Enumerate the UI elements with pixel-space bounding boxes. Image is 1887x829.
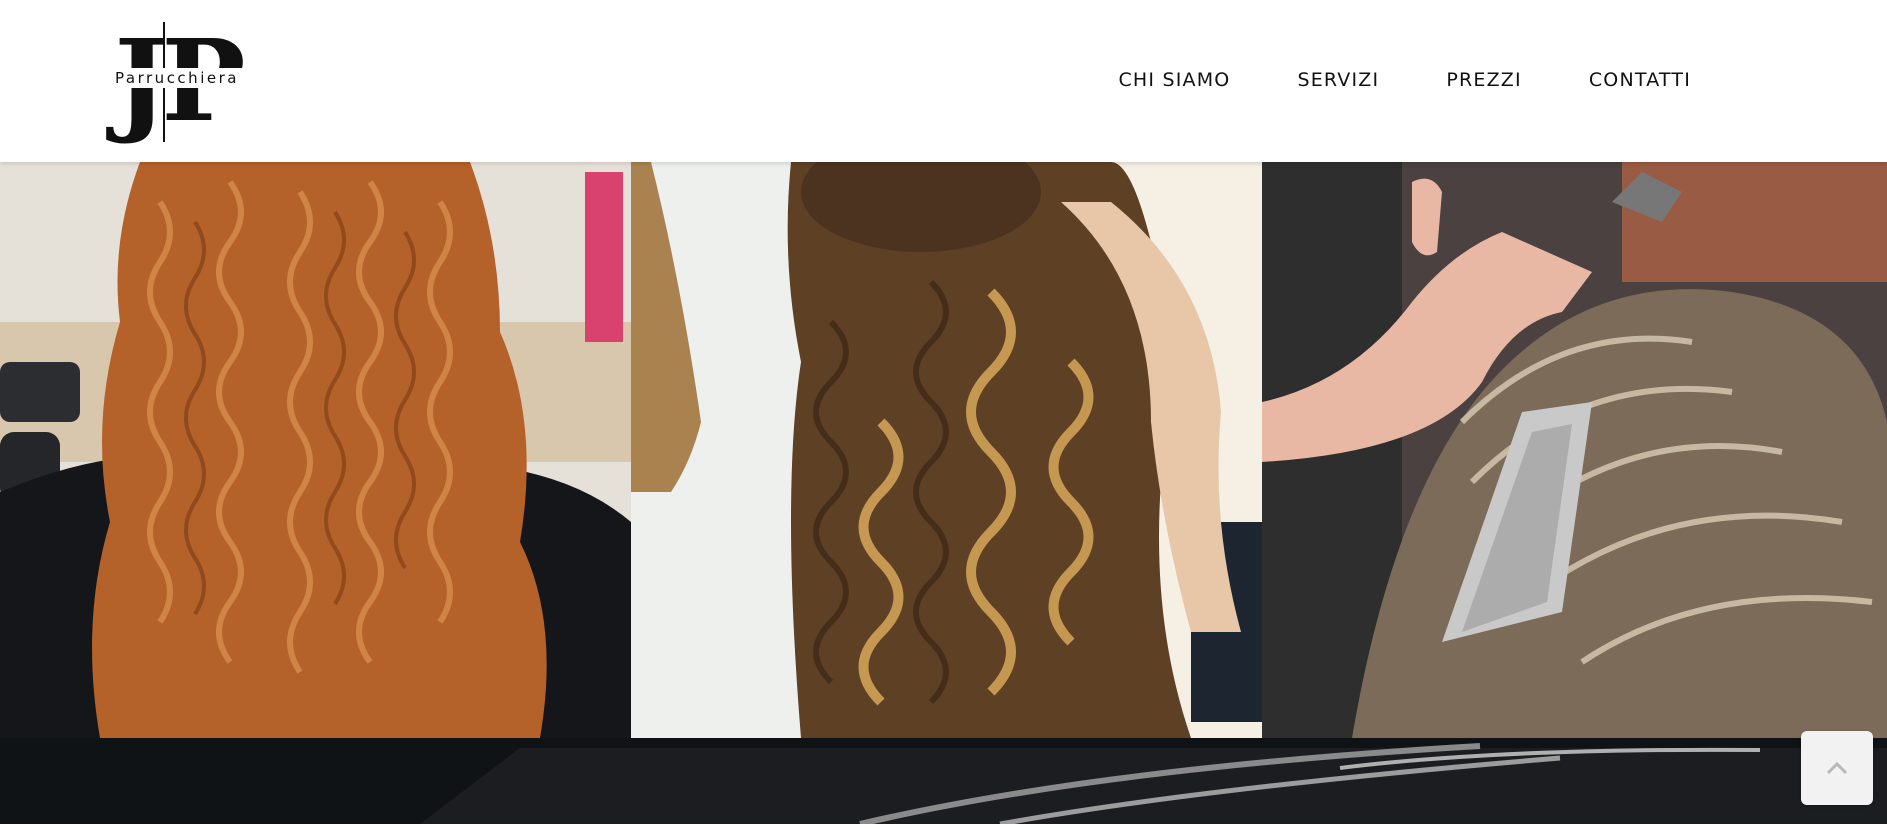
chevron-up-icon [1826, 761, 1848, 775]
nav-item-chi-siamo[interactable]: CHI SIAMO [1118, 66, 1230, 94]
gallery-image-foil-highlights [1262, 162, 1887, 738]
site-header: JP Parrucchiera CHI SIAMO SERVIZI PREZZI… [0, 0, 1887, 162]
nav-item-servizi[interactable]: SERVIZI [1297, 66, 1379, 94]
logo-subtitle: Parrucchiera [102, 68, 252, 88]
photo-gallery [0, 162, 1887, 738]
gallery-image-curly-hair [0, 162, 631, 738]
nav-item-prezzi[interactable]: PREZZI [1446, 66, 1522, 94]
curly-hair-illustration [0, 162, 631, 738]
dark-banner-image [0, 738, 1887, 827]
scroll-to-top-button[interactable] [1801, 731, 1873, 805]
nav-item-contatti[interactable]: CONTATTI [1589, 66, 1691, 94]
salon-tools-illustration [0, 738, 1887, 827]
gallery-image-spiral-curls [631, 162, 1262, 738]
foil-highlights-illustration [1262, 162, 1887, 738]
main-nav: CHI SIAMO SERVIZI PREZZI CONTATTI [1051, 66, 1691, 94]
logo[interactable]: JP Parrucchiera [102, 20, 252, 144]
spiral-curls-illustration [631, 162, 1262, 738]
